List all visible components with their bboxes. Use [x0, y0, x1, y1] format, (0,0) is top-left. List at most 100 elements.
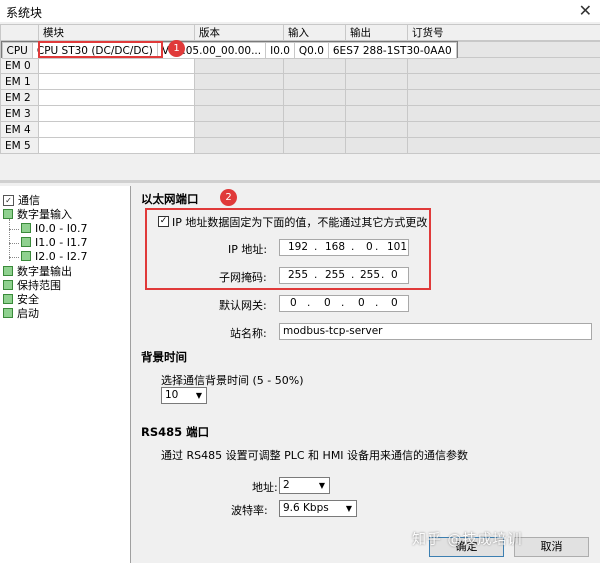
tree-item-retain[interactable]: 保持范围	[3, 279, 61, 293]
table-row[interactable]: EM 2	[0, 89, 600, 106]
table-row[interactable]: EM 3	[0, 105, 600, 122]
ip-octet[interactable]: 0	[366, 241, 373, 253]
ip-octet[interactable]: 101	[387, 241, 407, 253]
tree-line	[9, 243, 19, 244]
title-bar: 系统块 ✕	[0, 0, 600, 22]
background-time-select[interactable]: 10 ▼	[161, 387, 207, 404]
order-cell	[407, 105, 600, 122]
slot-cell: EM 4	[0, 121, 39, 138]
background-label: 选择通信背景时间 (5 - 50%)	[161, 374, 304, 387]
input-cell[interactable]	[283, 137, 346, 154]
channel-icon	[21, 223, 31, 233]
chevron-down-icon[interactable]: ▼	[193, 389, 205, 402]
tree-item-i1[interactable]: I1.0 - I1.7	[21, 236, 87, 250]
input-cell[interactable]	[283, 121, 346, 138]
mask-octet[interactable]: 255	[360, 269, 380, 281]
subnet-mask-field[interactable]: 255 . 255 . 255 . 0	[279, 267, 409, 284]
close-icon[interactable]: ✕	[579, 1, 592, 20]
gateway-octet[interactable]: 0	[358, 297, 365, 309]
ip-address-field[interactable]: 192 . 168 . 0 . 101	[279, 239, 409, 256]
version-cell	[194, 89, 284, 106]
input-cell[interactable]: I0.0	[265, 42, 295, 59]
version-cell	[194, 57, 284, 74]
ip-octet[interactable]: 192	[288, 241, 308, 253]
station-name-input[interactable]: modbus-tcp-server	[279, 323, 592, 340]
tree-item-digital-output[interactable]: 数字量输出	[3, 265, 72, 279]
baud-rate-value: 9.6 Kbps	[283, 502, 329, 514]
output-cell[interactable]	[345, 89, 408, 106]
tree-line	[9, 257, 19, 258]
settings-panel: 以太网端口 2 ✓ IP 地址数据固定为下面的值，不能通过其它方式更改 IP 地…	[131, 186, 600, 563]
table-row[interactable]: EM 4	[0, 121, 600, 138]
input-cell[interactable]	[283, 105, 346, 122]
rs485-description: 通过 RS485 设置可调整 PLC 和 HMI 设备用来通信的通信参数	[161, 449, 469, 462]
address-select[interactable]: 2 ▼	[279, 477, 330, 494]
slot-cell: EM 1	[0, 73, 39, 90]
watermark: 知乎 @技成培训	[412, 532, 523, 548]
gateway-octet[interactable]: 0	[290, 297, 297, 309]
input-cell[interactable]	[283, 89, 346, 106]
output-cell[interactable]	[345, 137, 408, 154]
tree-item-digital-input[interactable]: 数字量输入	[3, 208, 72, 222]
module-cell[interactable]	[38, 105, 195, 122]
input-cell[interactable]	[283, 57, 346, 74]
gateway-octet[interactable]: 0	[391, 297, 398, 309]
slot-cell: EM 2	[0, 89, 39, 106]
channel-icon	[21, 237, 31, 247]
module-cell[interactable]	[38, 73, 195, 90]
ip-octet[interactable]: 168	[325, 241, 345, 253]
module-cell[interactable]	[38, 137, 195, 154]
chevron-down-icon[interactable]: ▼	[343, 502, 355, 515]
mask-octet[interactable]: 255	[325, 269, 345, 281]
mask-octet[interactable]: 255	[288, 269, 308, 281]
order-cell	[407, 89, 600, 106]
splitter[interactable]	[0, 180, 600, 183]
cancel-button[interactable]: 取消	[514, 537, 589, 557]
module-cell[interactable]	[38, 121, 195, 138]
fixed-ip-checkbox[interactable]: ✓	[158, 216, 169, 227]
table-row[interactable]: EM 0	[0, 57, 600, 74]
mask-label: 子网掩码:	[219, 271, 267, 284]
ethernet-heading: 以太网端口	[141, 192, 199, 206]
mask-octet[interactable]: 0	[391, 269, 398, 281]
grid-header-input: 输入	[283, 24, 346, 41]
slot-cell: EM 5	[0, 137, 39, 154]
fixed-ip-label: IP 地址数据固定为下面的值，不能通过其它方式更改	[172, 216, 428, 229]
checked-icon: ✓	[3, 194, 14, 206]
tree-line	[9, 219, 10, 261]
output-cell[interactable]	[345, 121, 408, 138]
table-row[interactable]: EM 1	[0, 73, 600, 90]
order-cell	[407, 137, 600, 154]
gateway-field[interactable]: 0 . 0 . 0 . 0	[279, 295, 409, 312]
chevron-down-icon[interactable]: ▼	[316, 479, 328, 492]
grid-header-output: 输出	[345, 24, 408, 41]
folder-icon	[3, 209, 13, 219]
module-cell[interactable]	[38, 57, 195, 74]
folder-icon	[3, 294, 13, 304]
table-row[interactable]: EM 5	[0, 137, 600, 154]
order-cell: 6ES7 288-1ST30-0AA0	[327, 42, 457, 59]
order-cell	[407, 121, 600, 138]
annotation-badge-1: 1	[168, 40, 185, 57]
gateway-label: 默认网关:	[219, 299, 267, 312]
output-cell[interactable]	[345, 57, 408, 74]
version-cell	[194, 137, 284, 154]
module-cell[interactable]	[38, 89, 195, 106]
tree-item-comm[interactable]: ✓ 通信	[3, 194, 40, 208]
tree-item-label: 启动	[17, 307, 39, 320]
slot-cell: CPU	[1, 42, 33, 59]
output-cell[interactable]	[345, 105, 408, 122]
ip-label: IP 地址:	[228, 243, 268, 256]
tree-item-label: I1.0 - I1.7	[35, 236, 88, 249]
output-cell[interactable]: Q0.0	[293, 42, 329, 59]
tree-item-i2[interactable]: I2.0 - I2.7	[21, 250, 87, 264]
background-heading: 背景时间	[141, 350, 187, 364]
tree-item-i0[interactable]: I0.0 - I0.7	[21, 222, 87, 236]
input-cell[interactable]	[283, 73, 346, 90]
output-cell[interactable]	[345, 73, 408, 90]
baud-rate-select[interactable]: 9.6 Kbps ▼	[279, 500, 357, 517]
tree-item-security[interactable]: 安全	[3, 293, 39, 307]
grid-header-row: 模块 版本 输入 输出 订货号	[0, 24, 600, 41]
gateway-octet[interactable]: 0	[324, 297, 331, 309]
tree-item-startup[interactable]: 启动	[3, 307, 39, 321]
